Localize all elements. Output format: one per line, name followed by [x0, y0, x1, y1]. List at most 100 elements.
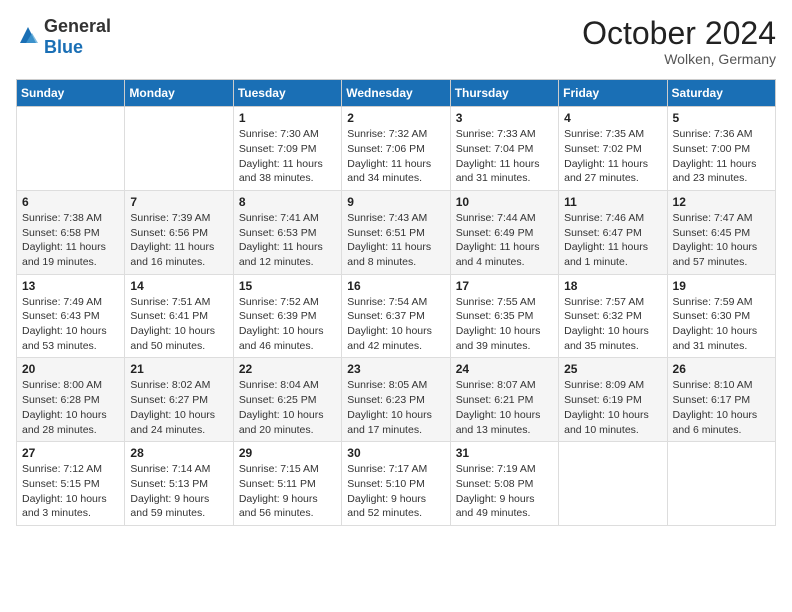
location: Wolken, Germany — [582, 51, 776, 67]
calendar-cell: 15Sunrise: 7:52 AMSunset: 6:39 PMDayligh… — [233, 274, 341, 358]
day-info: Sunrise: 7:47 AMSunset: 6:45 PMDaylight:… — [673, 211, 770, 270]
day-info: Sunrise: 7:30 AMSunset: 7:09 PMDaylight:… — [239, 127, 336, 186]
title-block: October 2024 Wolken, Germany — [582, 16, 776, 67]
day-number: 5 — [673, 111, 770, 125]
day-info: Sunrise: 8:02 AMSunset: 6:27 PMDaylight:… — [130, 378, 227, 437]
day-number: 13 — [22, 279, 119, 293]
logo-icon — [16, 25, 40, 49]
calendar-cell: 9 Sunrise: 7:43 AMSunset: 6:51 PMDaylight… — [342, 190, 450, 274]
day-info: Sunrise: 7:33 AMSunset: 7:04 PMDaylight:… — [456, 127, 553, 186]
day-number: 14 — [130, 279, 227, 293]
calendar-cell: 31Sunrise: 7:19 AMSunset: 5:08 PMDayligh… — [450, 442, 558, 526]
day-info: Sunrise: 7:32 AMSunset: 7:06 PMDaylight:… — [347, 127, 444, 186]
day-number: 16 — [347, 279, 444, 293]
calendar-week-row: 20 Sunrise: 8:00 AMSunset: 6:28 PMDayligh… — [17, 358, 776, 442]
day-info: Sunrise: 8:10 AMSunset: 6:17 PMDaylight:… — [673, 378, 770, 437]
day-number: 30 — [347, 446, 444, 460]
day-info: Sunrise: 7:15 AMSunset: 5:11 PMDaylight:… — [239, 462, 336, 521]
calendar-week-row: 1 Sunrise: 7:30 AMSunset: 7:09 PMDaylight… — [17, 107, 776, 191]
calendar-cell: 11Sunrise: 7:46 AMSunset: 6:47 PMDayligh… — [559, 190, 667, 274]
day-info: Sunrise: 7:49 AMSunset: 6:43 PMDaylight:… — [22, 295, 119, 354]
day-info: Sunrise: 8:05 AMSunset: 6:23 PMDaylight:… — [347, 378, 444, 437]
day-number: 10 — [456, 195, 553, 209]
day-info: Sunrise: 7:55 AMSunset: 6:35 PMDaylight:… — [456, 295, 553, 354]
calendar-cell: 14Sunrise: 7:51 AMSunset: 6:41 PMDayligh… — [125, 274, 233, 358]
calendar-cell — [17, 107, 125, 191]
weekday-header: Thursday — [450, 80, 558, 107]
day-number: 24 — [456, 362, 553, 376]
day-info: Sunrise: 7:35 AMSunset: 7:02 PMDaylight:… — [564, 127, 661, 186]
calendar-cell: 17 Sunrise: 7:55 AMSunset: 6:35 PMDayligh… — [450, 274, 558, 358]
day-number: 18 — [564, 279, 661, 293]
day-info: Sunrise: 7:39 AMSunset: 6:56 PMDaylight:… — [130, 211, 227, 270]
calendar-cell: 29 Sunrise: 7:15 AMSunset: 5:11 PMDayligh… — [233, 442, 341, 526]
day-info: Sunrise: 8:07 AMSunset: 6:21 PMDaylight:… — [456, 378, 553, 437]
day-info: Sunrise: 7:36 AMSunset: 7:00 PMDaylight:… — [673, 127, 770, 186]
day-number: 19 — [673, 279, 770, 293]
day-info: Sunrise: 7:12 AMSunset: 5:15 PMDaylight:… — [22, 462, 119, 521]
calendar-cell: 23 Sunrise: 8:05 AMSunset: 6:23 PMDayligh… — [342, 358, 450, 442]
calendar-cell: 22Sunrise: 8:04 AMSunset: 6:25 PMDayligh… — [233, 358, 341, 442]
day-info: Sunrise: 7:14 AMSunset: 5:13 PMDaylight:… — [130, 462, 227, 521]
weekday-header: Friday — [559, 80, 667, 107]
day-number: 17 — [456, 279, 553, 293]
calendar-cell — [667, 442, 775, 526]
calendar-cell: 13 Sunrise: 7:49 AMSunset: 6:43 PMDayligh… — [17, 274, 125, 358]
calendar-cell: 18 Sunrise: 7:57 AMSunset: 6:32 PMDayligh… — [559, 274, 667, 358]
day-number: 21 — [130, 362, 227, 376]
day-number: 25 — [564, 362, 661, 376]
day-info: Sunrise: 7:46 AMSunset: 6:47 PMDaylight:… — [564, 211, 661, 270]
day-info: Sunrise: 7:38 AMSunset: 6:58 PMDaylight:… — [22, 211, 119, 270]
calendar-cell: 3Sunrise: 7:33 AMSunset: 7:04 PMDaylight… — [450, 107, 558, 191]
calendar-cell: 24 Sunrise: 8:07 AMSunset: 6:21 PMDayligh… — [450, 358, 558, 442]
day-number: 29 — [239, 446, 336, 460]
day-info: Sunrise: 7:41 AMSunset: 6:53 PMDaylight:… — [239, 211, 336, 270]
calendar-table: SundayMondayTuesdayWednesdayThursdayFrid… — [16, 79, 776, 526]
day-number: 20 — [22, 362, 119, 376]
weekday-header: Wednesday — [342, 80, 450, 107]
day-info: Sunrise: 8:09 AMSunset: 6:19 PMDaylight:… — [564, 378, 661, 437]
day-number: 26 — [673, 362, 770, 376]
day-number: 1 — [239, 111, 336, 125]
calendar-week-row: 6 Sunrise: 7:38 AMSunset: 6:58 PMDaylight… — [17, 190, 776, 274]
calendar-week-row: 27Sunrise: 7:12 AMSunset: 5:15 PMDayligh… — [17, 442, 776, 526]
day-number: 9 — [347, 195, 444, 209]
day-number: 28 — [130, 446, 227, 460]
day-info: Sunrise: 8:00 AMSunset: 6:28 PMDaylight:… — [22, 378, 119, 437]
weekday-header: Saturday — [667, 80, 775, 107]
calendar-week-row: 13 Sunrise: 7:49 AMSunset: 6:43 PMDayligh… — [17, 274, 776, 358]
weekday-header: Tuesday — [233, 80, 341, 107]
day-info: Sunrise: 7:59 AMSunset: 6:30 PMDaylight:… — [673, 295, 770, 354]
day-number: 8 — [239, 195, 336, 209]
day-info: Sunrise: 7:57 AMSunset: 6:32 PMDaylight:… — [564, 295, 661, 354]
calendar-cell: 19 Sunrise: 7:59 AMSunset: 6:30 PMDayligh… — [667, 274, 775, 358]
day-number: 23 — [347, 362, 444, 376]
weekday-header-row: SundayMondayTuesdayWednesdayThursdayFrid… — [17, 80, 776, 107]
day-number: 6 — [22, 195, 119, 209]
calendar-cell — [125, 107, 233, 191]
calendar-cell: 12 Sunrise: 7:47 AMSunset: 6:45 PMDayligh… — [667, 190, 775, 274]
calendar-cell: 20 Sunrise: 8:00 AMSunset: 6:28 PMDayligh… — [17, 358, 125, 442]
weekday-header: Monday — [125, 80, 233, 107]
calendar-cell: 27Sunrise: 7:12 AMSunset: 5:15 PMDayligh… — [17, 442, 125, 526]
logo-text: General Blue — [44, 16, 111, 58]
day-info: Sunrise: 7:54 AMSunset: 6:37 PMDaylight:… — [347, 295, 444, 354]
weekday-header: Sunday — [17, 80, 125, 107]
calendar-cell: 16 Sunrise: 7:54 AMSunset: 6:37 PMDayligh… — [342, 274, 450, 358]
day-info: Sunrise: 7:43 AMSunset: 6:51 PMDaylight:… — [347, 211, 444, 270]
calendar-cell: 7 Sunrise: 7:39 AMSunset: 6:56 PMDaylight… — [125, 190, 233, 274]
calendar-cell: 4Sunrise: 7:35 AMSunset: 7:02 PMDaylight… — [559, 107, 667, 191]
calendar-cell: 21 Sunrise: 8:02 AMSunset: 6:27 PMDayligh… — [125, 358, 233, 442]
day-number: 31 — [456, 446, 553, 460]
calendar-cell: 2Sunrise: 7:32 AMSunset: 7:06 PMDaylight… — [342, 107, 450, 191]
day-number: 12 — [673, 195, 770, 209]
day-number: 7 — [130, 195, 227, 209]
calendar-cell: 8 Sunrise: 7:41 AMSunset: 6:53 PMDaylight… — [233, 190, 341, 274]
month-title: October 2024 — [582, 16, 776, 51]
calendar-cell — [559, 442, 667, 526]
calendar-cell: 5 Sunrise: 7:36 AMSunset: 7:00 PMDaylight… — [667, 107, 775, 191]
day-info: Sunrise: 7:17 AMSunset: 5:10 PMDaylight:… — [347, 462, 444, 521]
day-info: Sunrise: 7:52 AMSunset: 6:39 PMDaylight:… — [239, 295, 336, 354]
calendar-cell: 1 Sunrise: 7:30 AMSunset: 7:09 PMDaylight… — [233, 107, 341, 191]
logo: General Blue — [16, 16, 111, 58]
